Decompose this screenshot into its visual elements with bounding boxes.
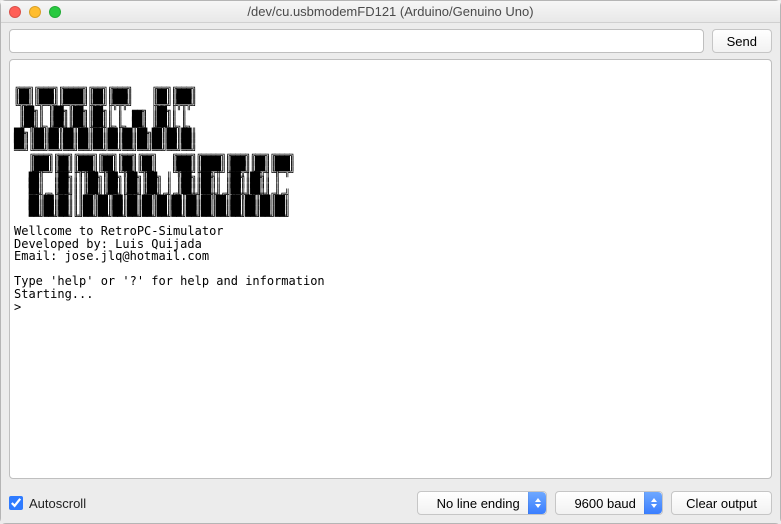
serial-text-body: Wellcome to RetroPC-Simulator Developed … bbox=[14, 224, 325, 314]
window-controls bbox=[9, 6, 61, 18]
maximize-icon[interactable] bbox=[49, 6, 61, 18]
baud-select-wrap[interactable]: 9600 baud bbox=[555, 491, 663, 515]
titlebar: /dev/cu.usbmodemFD121 (Arduino/Genuino U… bbox=[1, 1, 780, 23]
serial-output-text: ╔══╗╔═══╗╔════╗╔══╗╔═══╗ ╔══╗╔═══╗ ║██║║… bbox=[10, 60, 771, 328]
baud-select[interactable]: 9600 baud bbox=[555, 491, 663, 515]
autoscroll-toggle[interactable]: Autoscroll bbox=[9, 496, 86, 511]
send-button[interactable]: Send bbox=[712, 29, 772, 53]
line-ending-select-wrap[interactable]: No line ending bbox=[417, 491, 547, 515]
close-icon[interactable] bbox=[9, 6, 21, 18]
minimize-icon[interactable] bbox=[29, 6, 41, 18]
clear-output-button[interactable]: Clear output bbox=[671, 491, 772, 515]
send-toolbar: Send bbox=[1, 23, 780, 59]
serial-input[interactable] bbox=[9, 29, 704, 53]
ascii-banner: ╔══╗╔═══╗╔════╗╔══╗╔═══╗ ╔══╗╔═══╗ ║██║║… bbox=[14, 87, 767, 221]
window-title: /dev/cu.usbmodemFD121 (Arduino/Genuino U… bbox=[1, 4, 780, 19]
autoscroll-checkbox[interactable] bbox=[9, 496, 23, 510]
line-ending-select[interactable]: No line ending bbox=[417, 491, 547, 515]
serial-output-panel[interactable]: ╔══╗╔═══╗╔════╗╔══╗╔═══╗ ╔══╗╔═══╗ ║██║║… bbox=[9, 59, 772, 479]
autoscroll-label: Autoscroll bbox=[29, 496, 86, 511]
status-bar: Autoscroll No line ending 9600 baud Clea… bbox=[1, 485, 780, 523]
